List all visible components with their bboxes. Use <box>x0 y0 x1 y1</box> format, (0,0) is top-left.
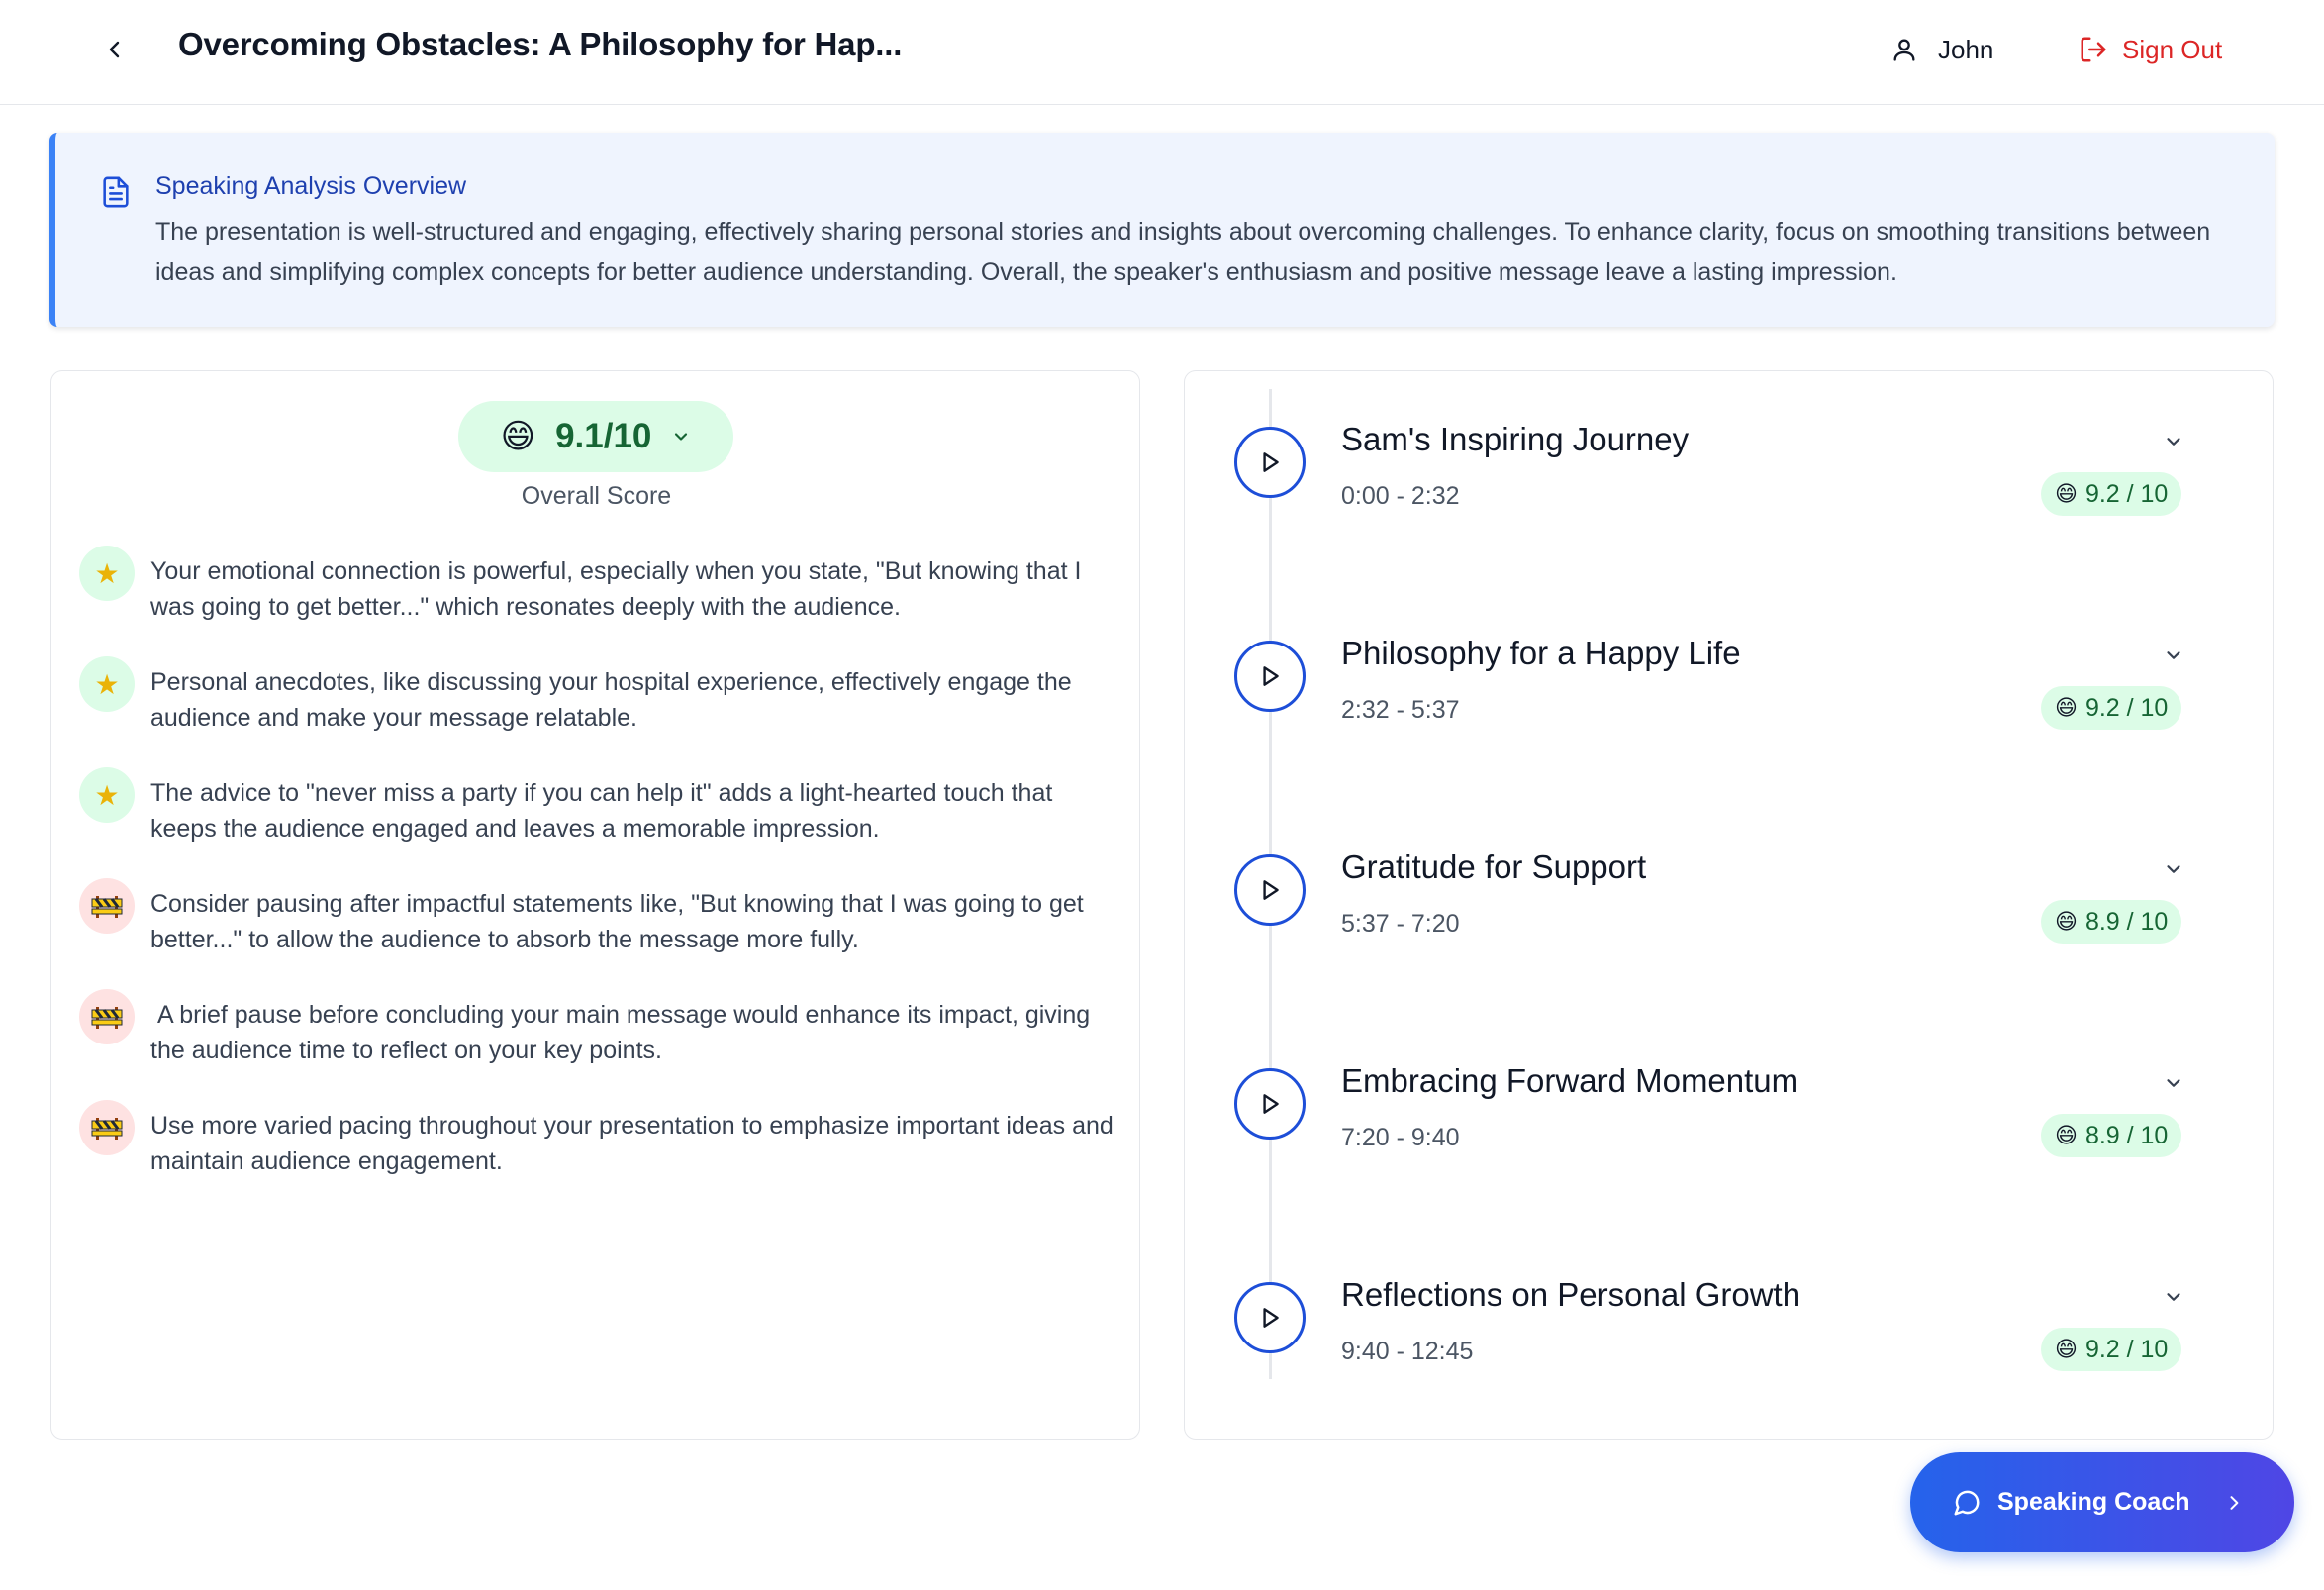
feedback-text: Consider pausing after impactful stateme… <box>150 890 1084 953</box>
expand-section-button[interactable] <box>2159 854 2188 884</box>
overall-score-label: Overall Score <box>521 482 672 510</box>
timeline-section[interactable]: Reflections on Personal Growth 9:40 - 12… <box>1185 1227 2275 1425</box>
speaking-coach-button[interactable]: Speaking Coach <box>1910 1452 2294 1552</box>
section-time-range: 5:37 - 7:20 <box>1341 910 1460 938</box>
section-title: Reflections on Personal Growth <box>1341 1276 1801 1313</box>
overall-score-toggle[interactable]: 😄 9.1/10 <box>458 401 733 472</box>
section-score-badge: 😄 9.2 / 10 <box>2041 1328 2182 1371</box>
chevron-down-icon <box>2167 1079 2180 1087</box>
section-score-badge: 😄 9.2 / 10 <box>2041 472 2182 516</box>
star-icon: ★ <box>79 656 135 712</box>
timeline-section[interactable]: Gratitude for Support 5:37 - 7:20 😄 8.9 … <box>1185 799 2275 997</box>
user-menu[interactable]: John <box>1890 30 1993 69</box>
page-title: Overcoming Obstacles: A Philosophy for H… <box>178 26 903 62</box>
user-name: John <box>1938 34 1994 64</box>
section-time-range: 9:40 - 12:45 <box>1341 1338 1474 1365</box>
feedback-text: The advice to "never miss a party if you… <box>150 779 1053 843</box>
construction-barrier-icon <box>79 878 135 934</box>
play-button[interactable] <box>1234 1068 1306 1140</box>
feedback-text: Personal anecdotes, like discussing your… <box>150 668 1072 732</box>
timeline-section[interactable]: Embracing Forward Momentum 7:20 - 9:40 😄… <box>1185 1013 2275 1211</box>
section-score-badge: 😄 8.9 / 10 <box>2041 1114 2182 1157</box>
speaking-analysis-overview: Speaking Analysis Overview The presentat… <box>49 133 2275 327</box>
section-score: 9.2 / 10 <box>2084 1335 2169 1363</box>
feedback-card: 😄 9.1/10 Overall Score ★ Your emotional … <box>50 370 1140 1440</box>
section-time-range: 7:20 - 9:40 <box>1341 1124 1460 1151</box>
section-time-range: 2:32 - 5:37 <box>1341 696 1460 724</box>
timeline-section[interactable]: Sam's Inspiring Journey 0:00 - 2:32 😄 9.… <box>1185 371 2275 569</box>
grinning-face-icon: 😄 <box>500 417 536 456</box>
chat-bubble-icon <box>1954 1490 1980 1515</box>
play-button[interactable] <box>1234 1282 1306 1353</box>
document-icon <box>103 176 129 208</box>
chevron-down-icon <box>2167 438 2180 446</box>
star-icon: ★ <box>79 767 135 823</box>
construction-barrier-icon <box>79 989 135 1044</box>
star-icon: ★ <box>79 546 135 601</box>
chevron-down-icon <box>2167 865 2180 873</box>
chevron-right-icon <box>2224 1493 2244 1513</box>
sign-out-button[interactable]: Sign Out <box>2079 30 2222 69</box>
section-score-badge: 😄 8.9 / 10 <box>2041 900 2182 944</box>
timeline-section[interactable]: Philosophy for a Happy Life 2:32 - 5:37 … <box>1185 585 2275 783</box>
section-time-range: 0:00 - 2:32 <box>1341 482 1460 510</box>
play-icon <box>1263 880 1279 900</box>
user-icon <box>1893 39 1915 61</box>
section-title: Embracing Forward Momentum <box>1341 1062 1799 1099</box>
feedback-text: Your emotional connection is powerful, e… <box>150 557 1082 621</box>
section-score: 9.2 / 10 <box>2084 479 2169 508</box>
sections-timeline-card: Sam's Inspiring Journey 0:00 - 2:32 😄 9.… <box>1184 370 2274 1440</box>
section-score-badge: 😄 9.2 / 10 <box>2041 686 2182 730</box>
back-button[interactable] <box>95 30 135 69</box>
section-score: 9.2 / 10 <box>2084 693 2169 722</box>
section-title: Philosophy for a Happy Life <box>1341 635 1741 671</box>
play-button[interactable] <box>1234 427 1306 498</box>
play-button[interactable] <box>1234 641 1306 712</box>
section-title: Gratitude for Support <box>1341 848 1647 885</box>
play-icon <box>1263 1094 1279 1114</box>
section-score: 8.9 / 10 <box>2084 907 2169 936</box>
play-icon <box>1263 666 1279 686</box>
chevron-down-icon <box>2167 1293 2180 1301</box>
overview-text: The presentation is well-structured and … <box>155 218 2211 286</box>
sign-out-label: Sign Out <box>2122 34 2223 64</box>
section-score: 8.9 / 10 <box>2084 1121 2169 1149</box>
grinning-face-icon: 😄 <box>2055 909 2078 935</box>
grinning-face-icon: 😄 <box>2055 695 2078 721</box>
feedback-text: Use more varied pacing throughout your p… <box>150 1112 1114 1175</box>
log-out-icon <box>2081 37 2106 62</box>
overall-score-value: 9.1/10 <box>555 417 652 455</box>
overview-title: Speaking Analysis Overview <box>155 172 467 200</box>
chevron-left-icon <box>109 41 120 58</box>
grinning-face-icon: 😄 <box>2055 1337 2078 1362</box>
speaking-coach-label: Speaking Coach <box>1997 1488 2190 1516</box>
chevron-down-icon <box>675 433 688 441</box>
expand-section-button[interactable] <box>2159 641 2188 670</box>
chevron-down-icon <box>2167 651 2180 659</box>
play-icon <box>1263 1308 1279 1328</box>
play-icon <box>1263 452 1279 472</box>
grinning-face-icon: 😄 <box>2055 1123 2078 1148</box>
app-header: Overcoming Obstacles: A Philosophy for H… <box>0 0 2324 105</box>
construction-barrier-icon <box>79 1100 135 1155</box>
expand-section-button[interactable] <box>2159 1282 2188 1312</box>
expand-section-button[interactable] <box>2159 1068 2188 1098</box>
expand-section-button[interactable] <box>2159 427 2188 456</box>
play-button[interactable] <box>1234 854 1306 926</box>
feedback-text: A brief pause before concluding your mai… <box>150 1001 1098 1064</box>
grinning-face-icon: 😄 <box>2055 481 2078 507</box>
section-title: Sam's Inspiring Journey <box>1341 421 1690 457</box>
